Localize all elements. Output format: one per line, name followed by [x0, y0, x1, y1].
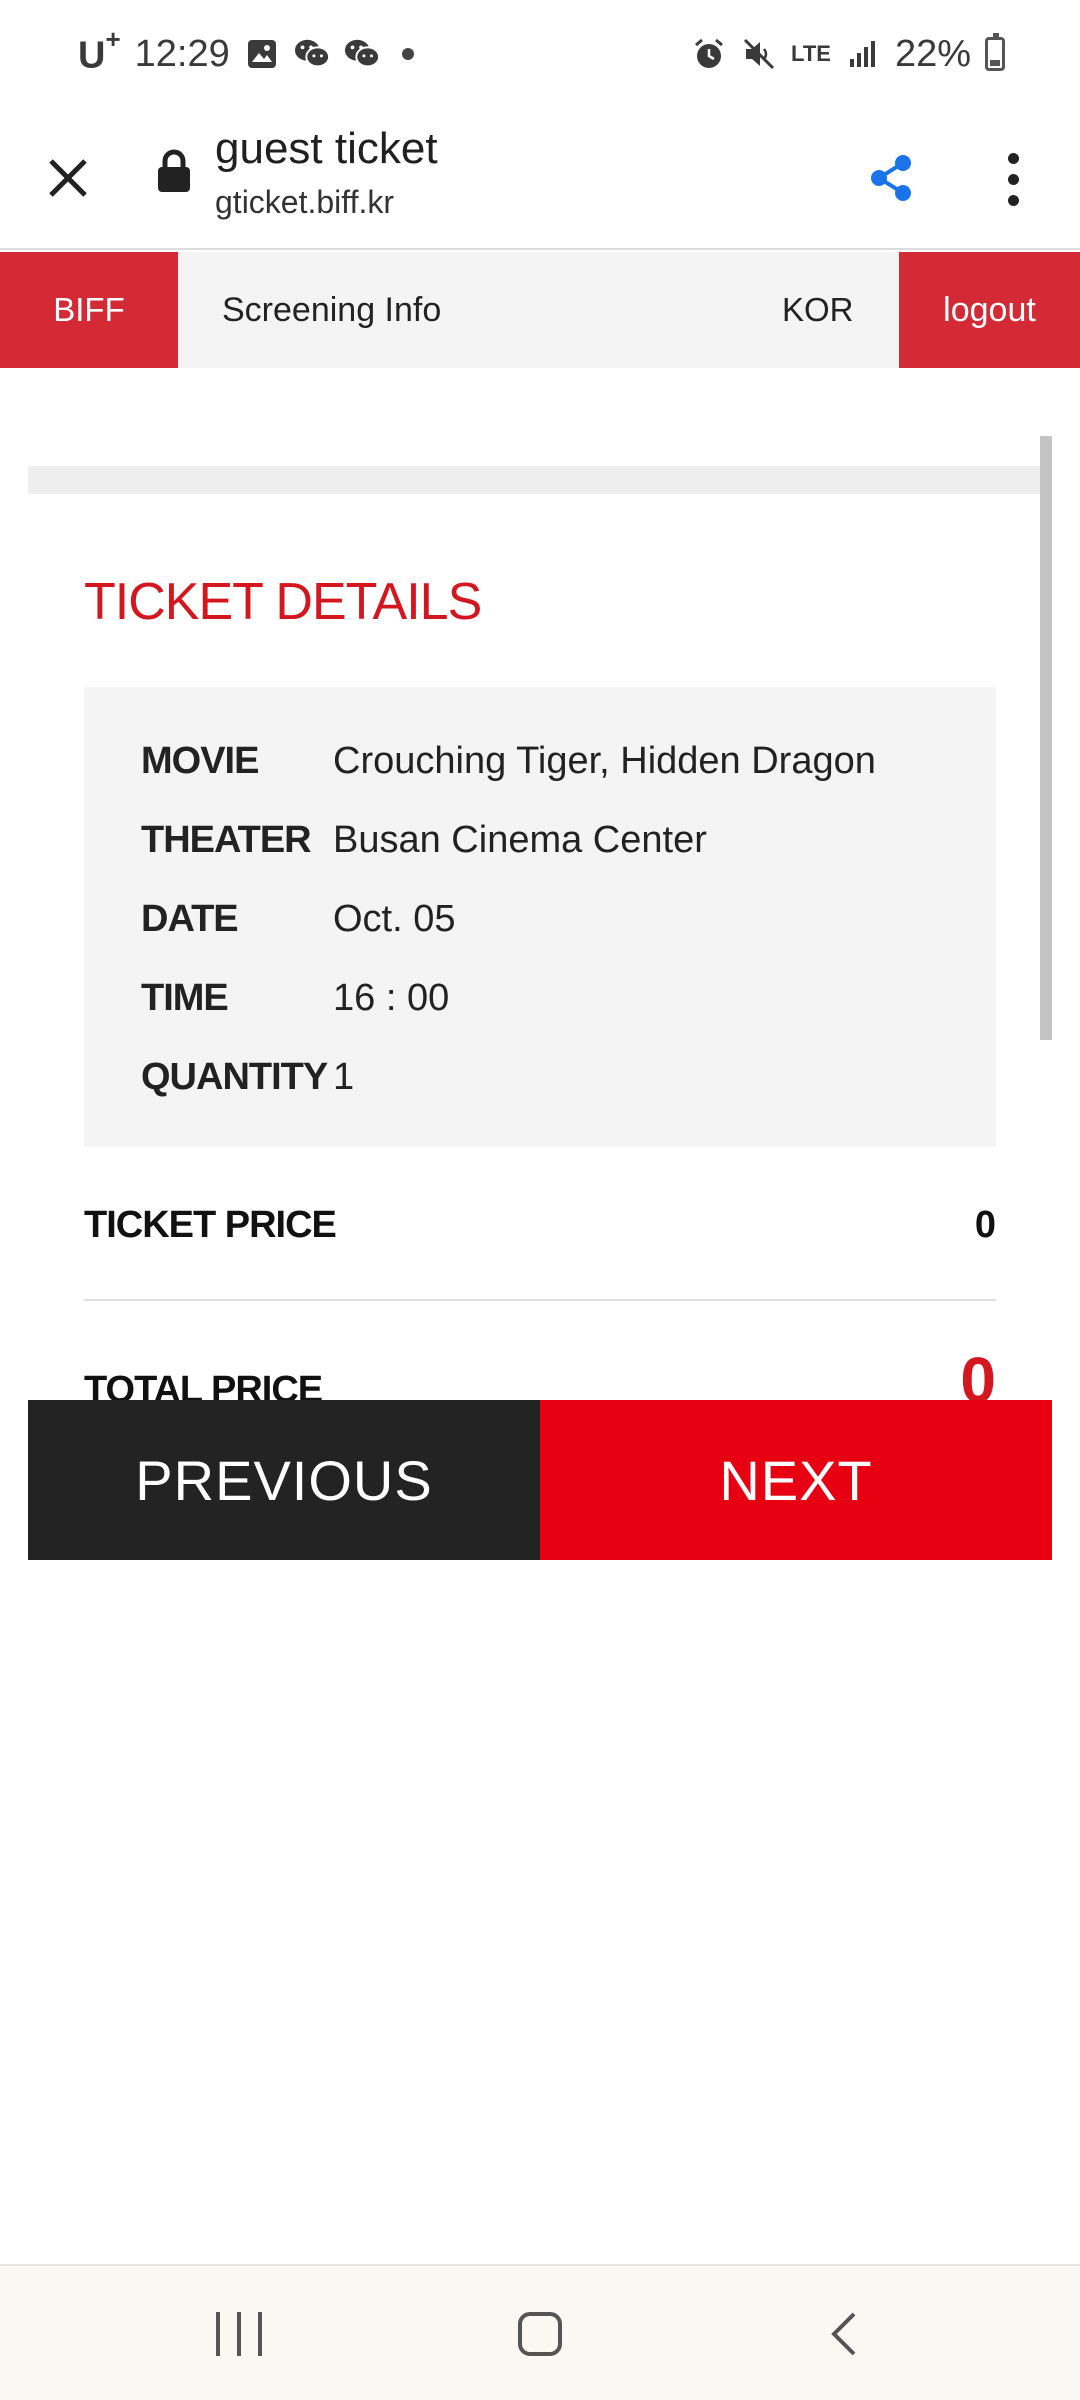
- detail-row-quantity: QUANTITY 1: [141, 1047, 354, 1107]
- wechat-icon-2: [344, 36, 380, 72]
- menu-dot: [1007, 173, 1019, 185]
- ticket-details-heading: TICKET DETAILS: [84, 573, 482, 631]
- ticket-price-row: TICKET PRICE 0: [84, 1195, 996, 1255]
- next-button[interactable]: NEXT: [540, 1400, 1052, 1560]
- detail-label: DATE: [141, 897, 239, 940]
- wechat-icon: [294, 36, 330, 72]
- clock: 12:29: [134, 32, 230, 75]
- site-nav: BIFF Screening Info KOR logout: [0, 252, 1080, 368]
- status-bar: U+ 12:29 LTE 22%: [0, 0, 1080, 108]
- gallery-icon: [244, 36, 280, 72]
- battery-percent: 22%: [894, 32, 971, 75]
- price-divider: [84, 1299, 996, 1301]
- detail-label: QUANTITY: [141, 1055, 328, 1098]
- network-type: LTE: [791, 41, 831, 66]
- recents-bar: [216, 2312, 220, 2356]
- detail-label: TIME: [141, 976, 229, 1019]
- detail-value: Oct. 05: [333, 897, 456, 940]
- menu-dot: [1007, 194, 1019, 206]
- system-nav-bar: [0, 2264, 1080, 2400]
- detail-row-movie: MOVIE Crouching Tiger, Hidden Dragon: [141, 731, 876, 791]
- back-icon[interactable]: [826, 2310, 862, 2358]
- carrier-label: U+: [78, 24, 121, 78]
- recents-bar: [258, 2312, 262, 2356]
- detail-value: 1: [333, 1055, 355, 1098]
- home-icon[interactable]: [518, 2312, 562, 2356]
- mute-icon: [741, 36, 777, 72]
- close-icon[interactable]: [38, 148, 98, 208]
- detail-row-time: TIME 16 : 00: [141, 968, 449, 1028]
- notification-dot-icon: [401, 48, 414, 60]
- status-right: LTE 22%: [691, 33, 1005, 76]
- previous-button[interactable]: PREVIOUS: [28, 1400, 540, 1560]
- detail-value: Busan Cinema Center: [333, 818, 707, 861]
- url-host[interactable]: gticket.biff.kr: [215, 184, 394, 221]
- logout-button[interactable]: logout: [899, 252, 1080, 368]
- detail-value: 16 : 00: [333, 976, 450, 1019]
- page-scrollbar[interactable]: [1040, 436, 1052, 1040]
- carrier-plus: +: [105, 24, 121, 55]
- status-left: U+ 12:29: [78, 24, 414, 78]
- more-vert-icon[interactable]: [988, 144, 1038, 214]
- recents-bar: [237, 2312, 241, 2356]
- ticket-price-label: TICKET PRICE: [84, 1203, 337, 1246]
- battery-icon: [985, 33, 1005, 71]
- share-icon[interactable]: [866, 148, 916, 208]
- menu-dot: [1007, 152, 1019, 164]
- lock-icon: [156, 148, 192, 196]
- recents-icon[interactable]: [216, 2312, 262, 2356]
- browser-toolbar: guest ticket gticket.biff.kr: [0, 108, 1080, 250]
- detail-label: THEATER: [141, 818, 312, 861]
- detail-value: Crouching Tiger, Hidden Dragon: [333, 739, 876, 782]
- content-top-divider: [28, 466, 1052, 494]
- ticket-details-box: MOVIE Crouching Tiger, Hidden Dragon THE…: [84, 687, 996, 1147]
- detail-label: MOVIE: [141, 739, 259, 782]
- detail-row-date: DATE Oct. 05: [141, 889, 456, 949]
- detail-row-theater: THEATER Busan Cinema Center: [141, 810, 707, 870]
- page-title[interactable]: guest ticket: [215, 124, 438, 174]
- language-toggle[interactable]: KOR: [782, 252, 854, 368]
- ticket-price-value: 0: [974, 1203, 996, 1246]
- carrier-name: U: [78, 34, 106, 77]
- nav-screening-info[interactable]: Screening Info: [222, 252, 441, 368]
- alarm-icon: [691, 36, 727, 72]
- signal-icon: [845, 36, 881, 72]
- nav-biff-button[interactable]: BIFF: [0, 252, 178, 368]
